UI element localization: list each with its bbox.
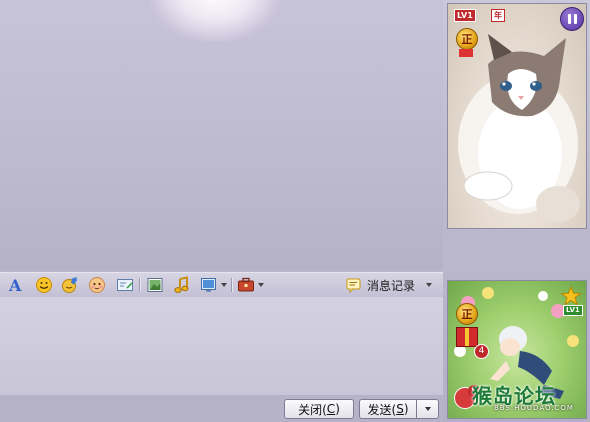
chat-history-pane[interactable]: [0, 0, 443, 270]
level-badge: LV1: [563, 305, 583, 316]
screenshot-icon[interactable]: [200, 276, 218, 294]
gift-count: 4: [478, 346, 485, 356]
year-badge-text: 年: [494, 11, 502, 20]
history-dropdown-caret[interactable]: [426, 283, 433, 287]
member-rank-text: 正: [461, 308, 473, 321]
send-button-shortcut: S: [396, 402, 404, 416]
svg-text:A: A: [8, 276, 22, 294]
screenshot-dropdown-caret[interactable]: [221, 283, 227, 287]
pause-icon[interactable]: [560, 7, 584, 31]
chat-window: A 消息记录 关闭(C) 发送(S) LV1 年 正 正 4 LV1 9…: [0, 0, 590, 422]
member-rank-badge: 正: [456, 303, 478, 325]
star-icon[interactable]: [560, 285, 582, 306]
close-button-label-end: ): [335, 402, 340, 416]
close-button-label: 关闭(: [298, 402, 327, 417]
member-rank-text: 正: [461, 33, 473, 46]
close-button-shortcut: C: [326, 402, 336, 416]
contact-avatar[interactable]: LV1 年 正: [447, 3, 587, 229]
input-toolbar: A 消息记录: [0, 272, 443, 298]
send-button-label-end: ): [403, 402, 409, 416]
rank-ribbon: [459, 49, 473, 57]
send-button-label: 发送(: [367, 402, 397, 417]
member-rank-badge: 正: [456, 28, 478, 50]
emoji-face-icon[interactable]: [88, 276, 106, 294]
toolbar-separator: [231, 278, 233, 292]
chevron-down-icon: [424, 407, 431, 411]
gift-count-badge: 4: [474, 344, 489, 359]
level-badge-text: LV1: [457, 11, 473, 20]
close-button[interactable]: 关闭(C): [284, 399, 354, 419]
toolbar-separator: [139, 278, 141, 292]
level-badge-text: LV1: [566, 306, 580, 314]
message-history-button[interactable]: 消息记录: [346, 276, 433, 294]
send-button[interactable]: 发送(S): [359, 399, 417, 419]
screen-capture-icon[interactable]: [116, 276, 134, 294]
level-badge: LV1: [454, 9, 476, 22]
music-icon[interactable]: [173, 276, 191, 294]
font-icon[interactable]: A: [7, 276, 25, 294]
toolbox-dropdown-caret[interactable]: [258, 283, 264, 287]
gift-icon[interactable]: [456, 327, 478, 347]
message-input[interactable]: [0, 297, 443, 395]
forum-watermark-url: BBS.HOUDAO.COM: [494, 404, 574, 412]
message-history-label: 消息记录: [367, 278, 416, 293]
brush-icon[interactable]: [61, 276, 79, 294]
message-history-icon: [346, 278, 361, 293]
picture-icon[interactable]: [146, 276, 164, 294]
smiley-icon[interactable]: [35, 276, 53, 294]
footer-bar: 关闭(C) 发送(S): [0, 395, 443, 422]
year-badge: 年: [491, 9, 505, 22]
banner-decoration: [150, 0, 280, 42]
send-options-button[interactable]: [417, 399, 439, 419]
toolbox-icon[interactable]: [237, 276, 255, 294]
